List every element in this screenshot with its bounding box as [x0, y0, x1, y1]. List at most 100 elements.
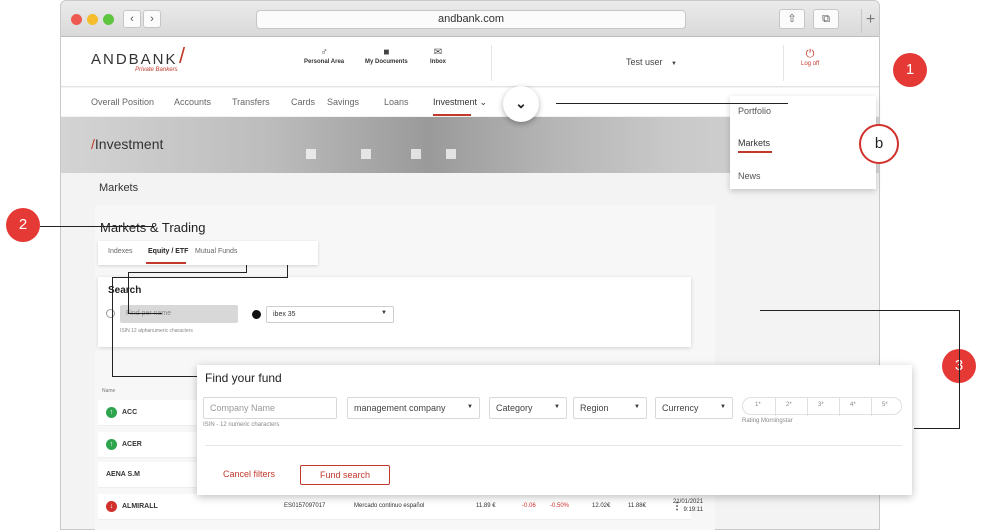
search-by-name-radio[interactable] [106, 309, 115, 318]
plus-icon: + [865, 11, 876, 28]
new-tab-button[interactable]: + [861, 9, 879, 33]
connector-line [40, 226, 154, 227]
chevron-down-icon: ⌄ [515, 95, 527, 111]
header-divider [783, 45, 784, 81]
logo-slash: / [179, 43, 186, 68]
share-button[interactable]: ⇧ [779, 9, 805, 29]
close-window-button[interactable] [71, 14, 82, 25]
find-per-name-input[interactable]: Find per name [120, 305, 238, 323]
connector-line [246, 265, 247, 272]
browser-chrome: ‹ › andbank.com ⇧ ⧉ + [61, 1, 879, 37]
row-change: -0.06 [522, 503, 536, 509]
banner-decoration [361, 149, 371, 159]
rating-divider [807, 398, 808, 416]
category-select[interactable]: Category ▼ [489, 397, 567, 419]
search-by-index-radio[interactable] [252, 310, 261, 319]
page-title: /Investment [91, 136, 163, 152]
rating-4[interactable]: 4* [850, 402, 856, 408]
banner-decoration [411, 149, 421, 159]
menu-item-markets[interactable]: Markets [738, 138, 770, 148]
personal-area-button[interactable]: ♂ Personal Area [304, 46, 344, 65]
connector-line [128, 272, 247, 273]
back-button[interactable]: ‹ [123, 10, 141, 28]
management-company-value: management company [354, 403, 446, 413]
power-icon: ⏻ [805, 48, 815, 60]
banner-decoration [446, 149, 456, 159]
inbox-button[interactable]: ✉ Inbox [430, 46, 446, 65]
nav-investment[interactable]: Investment ⌄ [433, 97, 487, 108]
forward-button[interactable]: › [143, 10, 161, 28]
row-name: AENA S.M [106, 471, 140, 478]
fund-divider [205, 445, 902, 446]
rating-1[interactable]: 1* [755, 402, 761, 408]
tab-equity-etf[interactable]: Equity / ETF [148, 248, 188, 255]
my-documents-label: My Documents [365, 59, 408, 65]
rating-2[interactable]: 2* [786, 402, 792, 408]
tabs-button[interactable]: ⧉ [813, 9, 839, 29]
rating-divider [839, 398, 840, 416]
search-panel: Search Find per name ISIN 12 alphanumeri… [98, 277, 691, 347]
connector-line [112, 277, 288, 278]
maximize-window-button[interactable] [103, 14, 114, 25]
nav-savings[interactable]: Savings [327, 97, 359, 107]
menu-item-news[interactable]: News [738, 171, 761, 181]
caret-down-icon: ▼ [467, 404, 473, 410]
tab-active-underline [146, 262, 186, 264]
company-name-input[interactable]: Company Name [203, 397, 337, 419]
document-icon: ■ [383, 47, 390, 58]
region-value: Region [580, 403, 609, 413]
menu-active-underline [738, 151, 772, 153]
connector-line [914, 428, 960, 429]
log-off-button[interactable]: ⏻ Log off [801, 47, 819, 67]
row-change-percent: -0.50% [550, 503, 570, 509]
chevron-right-icon: › [150, 13, 154, 25]
row-name: ACER [122, 441, 142, 448]
row-low: 11.88€ [628, 503, 646, 509]
user-menu[interactable]: Test user ▼ [626, 57, 677, 67]
annotation-badge-1: 1 [893, 53, 927, 87]
row-datetime: 21/01/2021 9:19:11 [673, 498, 703, 514]
connector-line [128, 272, 129, 314]
rating-divider [775, 398, 776, 416]
expand-chevron-button[interactable]: ⌄ [503, 86, 539, 122]
table-row[interactable]: ↓ ALMIRALL ES0157097017 Mercado continuo… [98, 494, 691, 520]
tab-mutual-funds[interactable]: Mutual Funds [195, 248, 237, 255]
row-last-price: 11.89 € [476, 503, 496, 509]
caret-down-icon: ▼ [671, 61, 677, 67]
row-isin: ES0157097017 [284, 503, 326, 509]
app-header: ANDBANK Private Bankers / ♂ Personal Are… [61, 37, 879, 87]
andbank-logo[interactable]: ANDBANK Private Bankers [91, 51, 178, 73]
rating-5[interactable]: 5* [882, 402, 888, 408]
rating-selector: 1* 2* 3* 4* 5* [742, 397, 902, 416]
nav-overall-position[interactable]: Overall Position [91, 97, 154, 107]
index-select[interactable]: ibex 35 ▼ [266, 306, 394, 323]
tabs-icon: ⧉ [822, 13, 830, 25]
nav-cards[interactable]: Cards [291, 97, 315, 107]
management-company-select[interactable]: management company ▼ [347, 397, 480, 419]
rating-divider [871, 398, 872, 416]
menu-item-portfolio[interactable]: Portfolio [738, 106, 771, 116]
my-documents-button[interactable]: ■ My Documents [365, 46, 408, 65]
cancel-filters-link[interactable]: Cancel filters [223, 469, 275, 479]
chevron-left-icon: ‹ [130, 13, 134, 25]
row-high: 12.02€ [592, 503, 611, 509]
nav-accounts[interactable]: Accounts [174, 97, 211, 107]
minimize-window-button[interactable] [87, 14, 98, 25]
currency-value: Currency [662, 403, 699, 413]
fund-search-button[interactable]: Fund search [300, 465, 390, 485]
nav-loans[interactable]: Loans [384, 97, 409, 107]
connector-line [556, 103, 788, 104]
arrow-down-icon: ↓ [106, 501, 117, 512]
markets-tabs: Indexes Equity / ETF Mutual Funds [98, 241, 318, 265]
search-title: Search [108, 285, 142, 296]
person-icon: ♂ [320, 47, 328, 58]
caret-down-icon: ▼ [381, 310, 387, 316]
region-select[interactable]: Region ▼ [573, 397, 647, 419]
address-bar[interactable]: andbank.com [256, 10, 686, 29]
nav-transfers[interactable]: Transfers [232, 97, 270, 107]
rating-3[interactable]: 3* [818, 402, 824, 408]
caret-down-icon: ▼ [720, 404, 726, 410]
caret-down-icon: ▼ [634, 404, 640, 410]
currency-select[interactable]: Currency ▼ [655, 397, 733, 419]
tab-indexes[interactable]: Indexes [108, 248, 133, 255]
